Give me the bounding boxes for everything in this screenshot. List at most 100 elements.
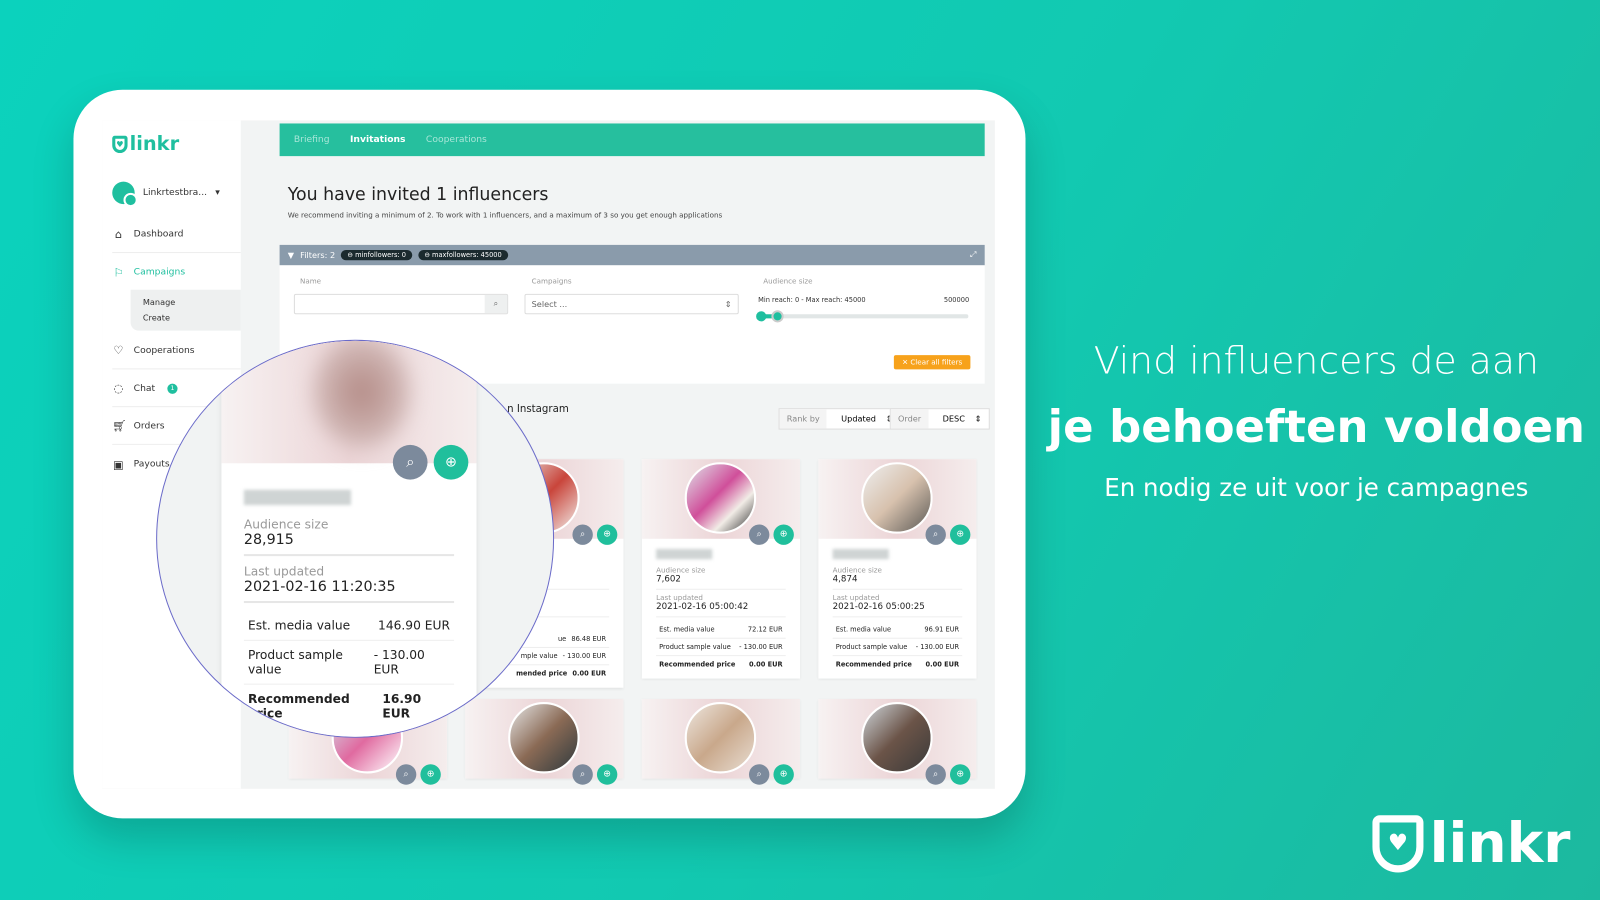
price-value: 0.00 EUR [572, 669, 607, 678]
order-label: Order [890, 409, 929, 429]
price-label: Recommended price [835, 660, 912, 669]
add-invite-button[interactable]: ⊕ [773, 764, 794, 785]
tab-cooperations[interactable]: Cooperations [426, 135, 487, 145]
chat-badge: 1 [167, 383, 178, 394]
sample-value: - 130.00 EUR [915, 642, 960, 652]
media-label: ue [557, 634, 567, 643]
zoom-button[interactable]: ⌕ [572, 764, 593, 785]
campaigns-submenu: Manage Create [130, 289, 241, 331]
chip-label: maxfollowers: 45000 [432, 251, 502, 260]
zoom-button: ⌕ [392, 444, 428, 480]
reach-max: 500000 [943, 295, 970, 305]
sample-label: mple value [520, 652, 558, 661]
order-value: DESC [942, 414, 965, 424]
page-title: You have invited 1 influencers [287, 184, 549, 206]
sample-value: - 130.00 EUR [373, 647, 425, 677]
account-menu[interactable]: Linkrtestbra... ▾ [112, 181, 220, 208]
influencer-card[interactable]: ⌕ ⊕ [465, 698, 624, 785]
audience-value: 4,874 [832, 574, 963, 590]
media-value: 72.12 EUR [747, 625, 783, 634]
updated-label: Last updated [832, 593, 880, 603]
add-invite-button[interactable]: ⊕ [949, 524, 971, 545]
clear-filters-button[interactable]: ✕ Clear all filters [893, 355, 971, 370]
avatar [112, 181, 138, 208]
rank-value: Updated [841, 414, 876, 424]
zoom-button[interactable]: ⌕ [925, 764, 946, 785]
campaign-tabs: Briefing Invitations Cooperations [279, 123, 985, 157]
media-label: Est. media value [659, 625, 715, 634]
influencer-card[interactable]: ⌕ ⊕ [818, 698, 977, 785]
submenu-create[interactable]: Create [143, 310, 229, 325]
audience-label: Audience size [243, 517, 329, 532]
promo-headline: Vind influencers de aan [1093, 338, 1539, 383]
zoom-button[interactable]: ⌕ [572, 524, 593, 545]
influencer-card[interactable]: ⌕ ⊕ Audience size 4,874 Last updated 2021-0… [818, 459, 977, 679]
audience-value: 28,915 [243, 532, 455, 557]
tab-briefing[interactable]: Briefing [294, 135, 330, 145]
wallet-icon: ▣ [113, 457, 124, 471]
slider-min-handle[interactable] [756, 311, 767, 322]
influencer-card[interactable]: ⌕ ⊕ [641, 698, 800, 785]
zoom-button[interactable]: ⌕ [395, 764, 417, 785]
nav-label: Orders [133, 420, 165, 432]
influencer-name-blurred [243, 489, 352, 506]
heart-icon: ♡ [113, 343, 124, 358]
influencer-card[interactable]: ⌕ ⊕ Audience size 7,602 Last updated 2021-0… [641, 459, 800, 679]
rank-label: Rank by [779, 409, 827, 429]
app-logo[interactable]: ♥ linkr [112, 133, 179, 155]
slider-max-handle[interactable] [771, 310, 785, 323]
campaigns-select[interactable]: Select ... ⇕ [524, 293, 739, 315]
add-invite-button[interactable]: ⊕ [420, 764, 441, 785]
add-invite-button[interactable]: ⊕ [773, 524, 794, 545]
sidebar-item-dashboard[interactable]: ⌂ Dashboard [112, 216, 241, 254]
rank-by-select[interactable]: Rank by Updated ⇕ [778, 408, 901, 430]
zoom-button[interactable]: ⌕ [925, 524, 946, 545]
influencer-photo [684, 702, 757, 774]
zoom-button[interactable]: ⌕ [748, 764, 770, 785]
section-heading: n Instagram [507, 404, 569, 416]
filter-bar[interactable]: ▼ Filters: 2 ⊖ minfollowers: 0 ⊖ maxfollo… [279, 244, 985, 266]
sample-label: Product sample value [659, 642, 731, 652]
price-label: Recommended price [247, 691, 350, 721]
filter-chip-maxfollowers[interactable]: ⊖ maxfollowers: 45000 [418, 249, 508, 261]
campaigns-label: Campaigns [531, 277, 572, 286]
name-search-input[interactable]: ⌕ [293, 293, 509, 315]
filter-count: Filters: 2 [300, 250, 336, 260]
influencer-photo [861, 462, 933, 534]
clear-label: Clear all filters [910, 358, 963, 367]
media-value: 86.48 EUR [571, 634, 607, 643]
heart-shield-icon: ♥ [1372, 814, 1424, 872]
audience-label: Audience size [832, 566, 882, 575]
promo-headline-bold: je behoeften voldoen [1047, 401, 1585, 454]
magnified-card: ⌕ ⊕ Audience size 28,915 Last updated 2021-… [221, 340, 477, 737]
cart-icon: 🛒︎ [112, 419, 127, 433]
logo-text: linkr [129, 132, 180, 156]
search-icon[interactable]: ⌕ [484, 294, 508, 314]
tab-invitations[interactable]: Invitations [350, 135, 406, 145]
media-label: Est. media value [835, 625, 892, 634]
order-select[interactable]: Order DESC ⇕ [889, 408, 990, 430]
price-value: 0.00 EUR [925, 660, 960, 669]
sidebar-item-campaigns[interactable]: ⚐ Campaigns [112, 254, 241, 291]
updated-value: 2021-02-16 05:00:42 [656, 602, 786, 618]
expand-icon[interactable]: ⤢ [970, 250, 977, 260]
filter-chip-minfollowers[interactable]: ⊖ minfollowers: 0 [341, 249, 413, 261]
media-label: Est. media value [247, 618, 351, 633]
nav-label: Chat [133, 383, 156, 394]
account-name: Linkrtestbra... [142, 187, 208, 198]
promo-subline: En nodig ze uit voor je campagnes [1104, 473, 1529, 503]
submenu-manage[interactable]: Manage [143, 295, 229, 310]
chat-icon: ◌ [113, 381, 124, 395]
filter-icon: ▼ [287, 250, 295, 260]
add-invite-button[interactable]: ⊕ [596, 764, 618, 785]
audience-label: Audience size [656, 566, 706, 575]
updated-value: 2021-02-16 05:00:25 [832, 602, 963, 618]
add-invite-button[interactable]: ⊕ [949, 764, 971, 785]
zoom-button[interactable]: ⌕ [748, 524, 770, 545]
reach-text: Min reach: 0 - Max reach: 45000 [758, 295, 866, 305]
select-value: Select ... [531, 299, 568, 309]
audience-slider[interactable] [756, 310, 969, 323]
price-label: Recommended price [659, 660, 736, 669]
add-invite-button[interactable]: ⊕ [596, 524, 618, 545]
chip-label: minfollowers: 0 [355, 251, 406, 260]
